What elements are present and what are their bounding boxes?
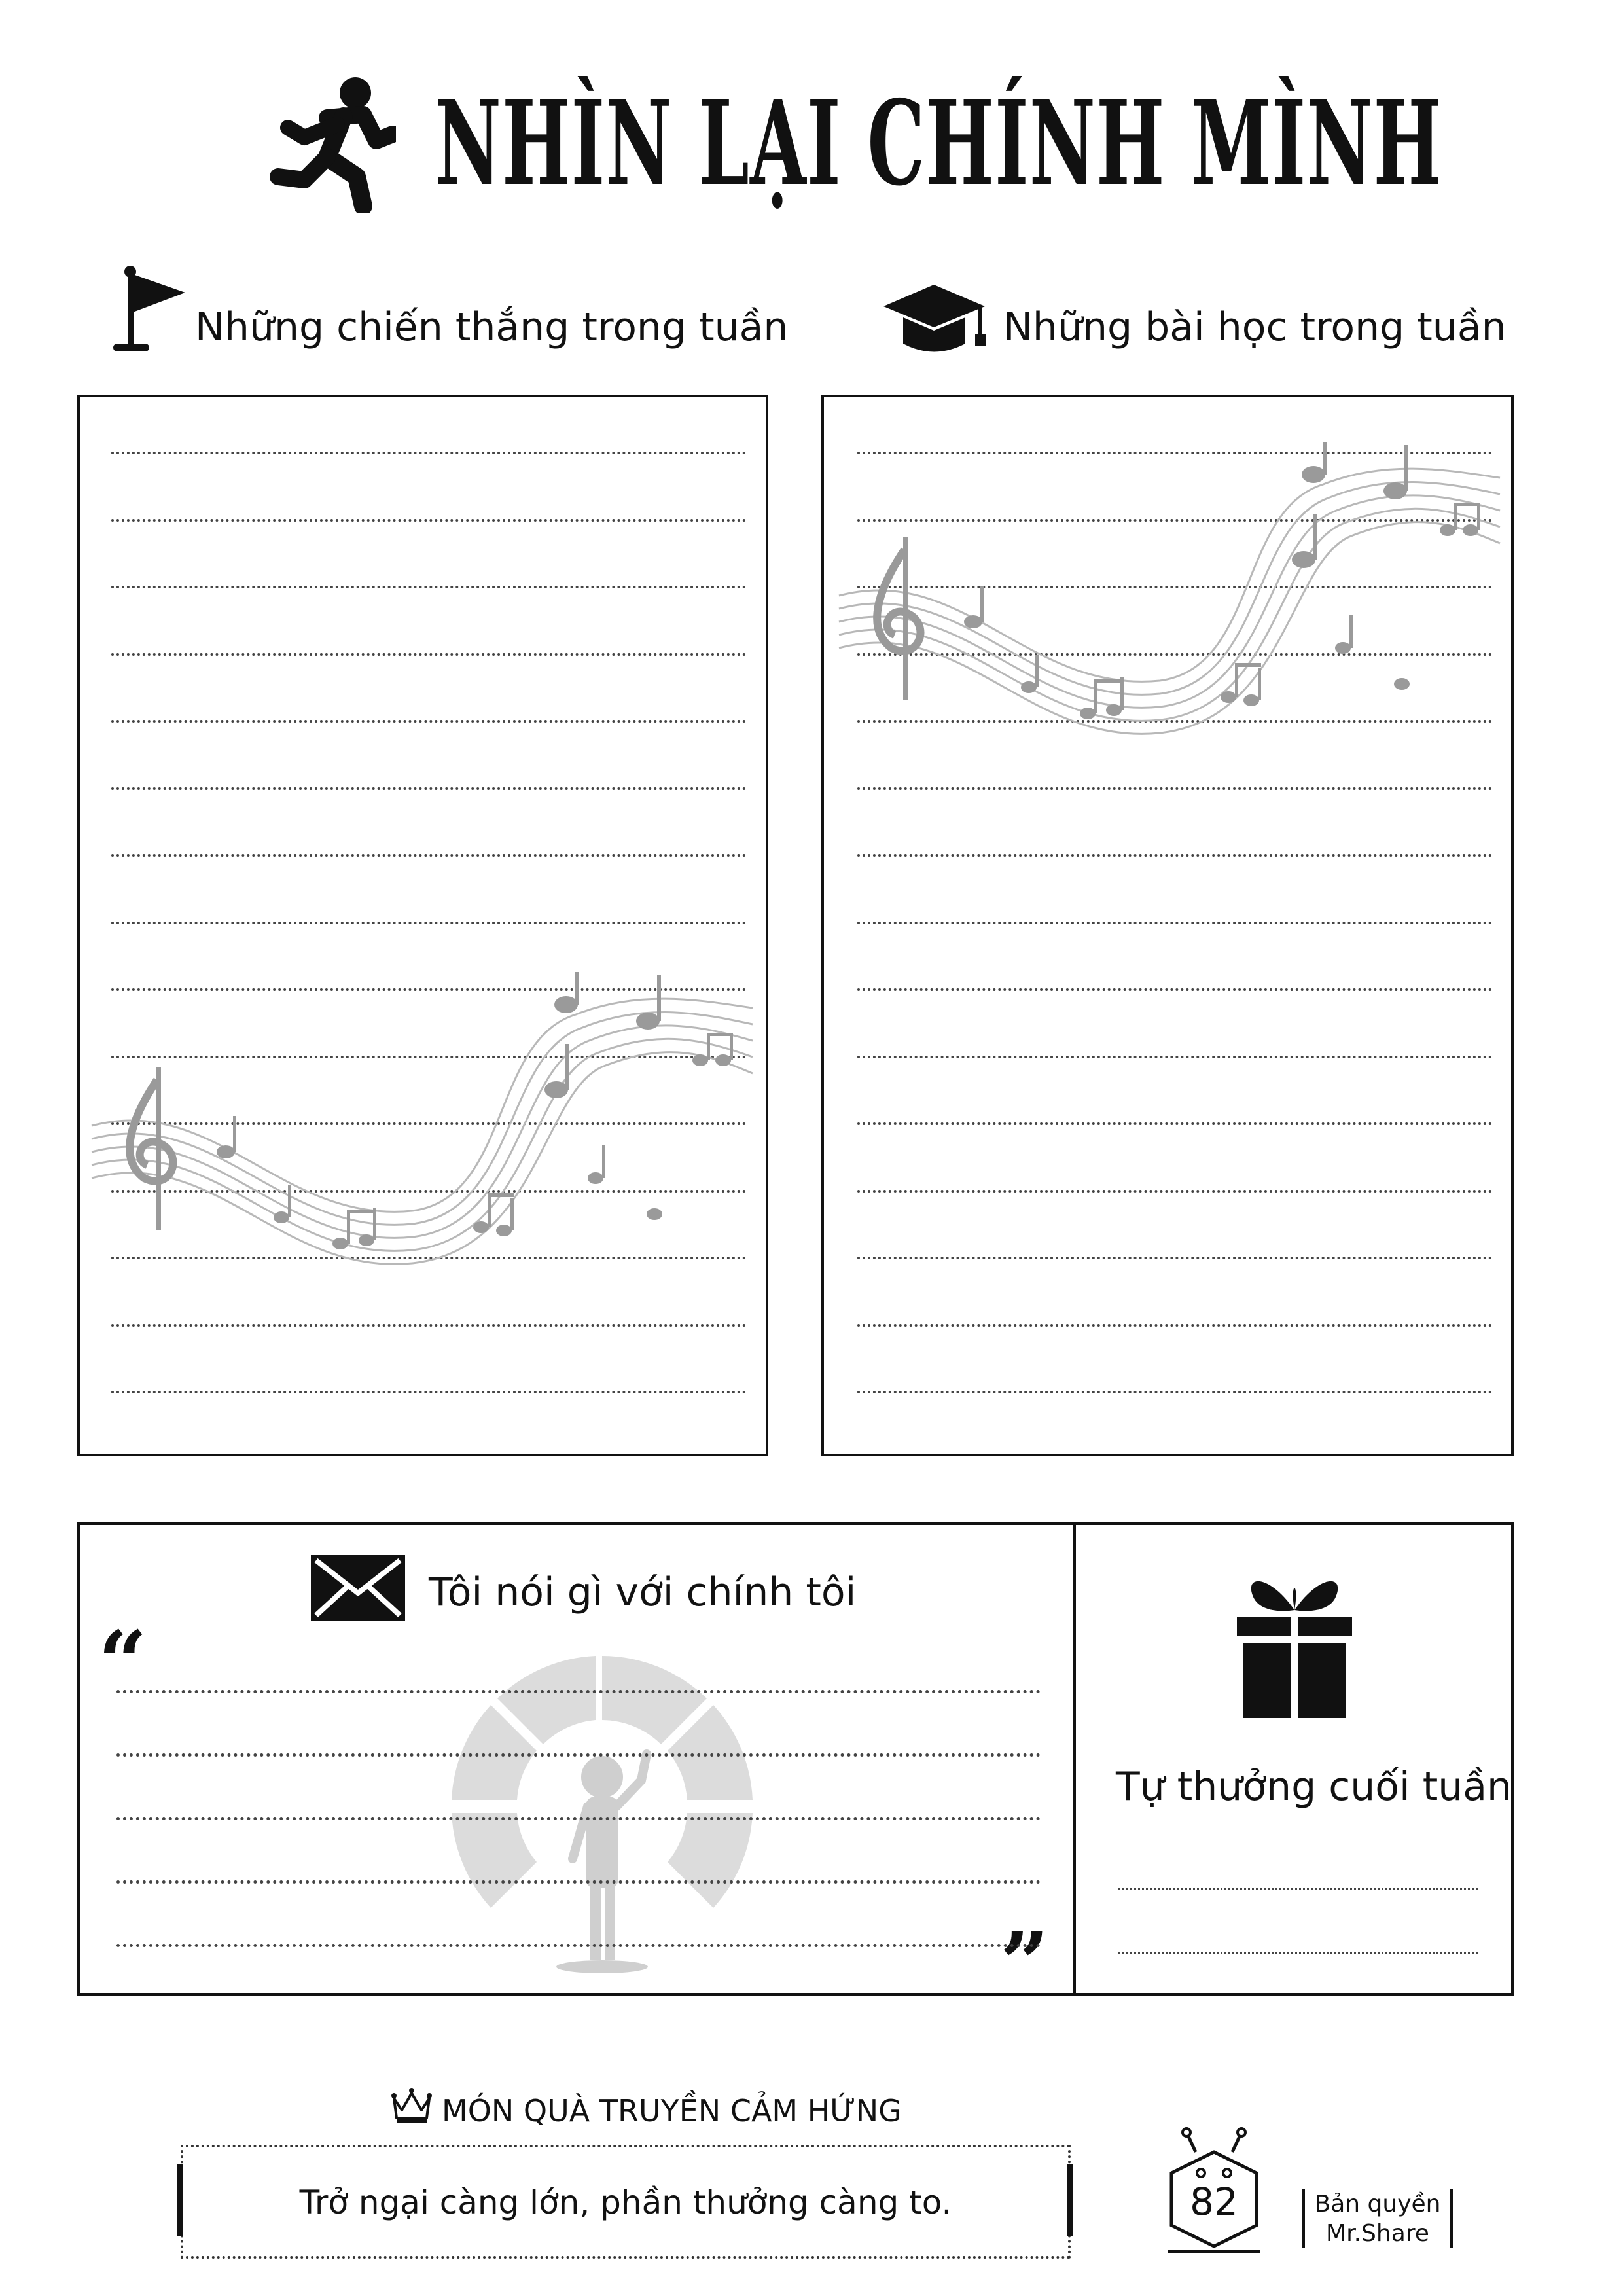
writing-line[interactable]	[857, 1122, 1492, 1125]
writing-line[interactable]	[1118, 1888, 1478, 1890]
writing-line[interactable]	[111, 1323, 746, 1327]
writing-line[interactable]	[116, 1817, 1041, 1820]
inspiration-quote: Trở ngại càng lớn, phần thưởng càng to.	[299, 2183, 952, 2221]
copyright-line-2: Mr.Share	[1326, 2220, 1429, 2247]
reward-heading: Tự thưởng cuối tuần	[1116, 1764, 1512, 1810]
page-number: 82	[1190, 2179, 1238, 2224]
flag-icon	[113, 266, 185, 351]
gift-icon	[1237, 1581, 1352, 1718]
writing-line[interactable]	[111, 586, 746, 588]
running-person-icon	[270, 77, 396, 213]
writing-line[interactable]	[116, 1880, 1041, 1884]
close-quote-mark: ”	[1000, 1913, 1049, 2013]
copyright-text: Bản quyền Mr.Share	[1302, 2189, 1453, 2248]
writing-line[interactable]	[857, 1189, 1492, 1193]
writing-line[interactable]	[111, 720, 746, 723]
writing-line[interactable]	[111, 452, 746, 454]
title-row: NHÌN LẠI CHÍNH MÌNH	[0, 72, 1623, 229]
wins-heading: Những chiến thắng trong tuần	[195, 304, 789, 350]
writing-line[interactable]	[857, 1391, 1492, 1393]
inspiration-heading: MÓN QUÀ TRUYỀN CẢM HỨNG	[442, 2093, 902, 2128]
writing-line[interactable]	[111, 653, 746, 656]
crown-icon	[391, 2088, 432, 2123]
writing-line[interactable]	[857, 1257, 1492, 1259]
writing-line[interactable]	[116, 1690, 1041, 1693]
writing-line[interactable]	[111, 518, 746, 522]
writing-line[interactable]	[857, 921, 1492, 924]
copyright-line-1: Bản quyền	[1314, 2191, 1441, 2217]
music-notes-decoration-right	[838, 442, 1501, 735]
writing-line[interactable]	[116, 1944, 1041, 1947]
page-title: NHÌN LẠI CHÍNH MÌNH	[435, 75, 1443, 211]
box-divider	[1073, 1522, 1076, 1996]
writing-line[interactable]	[857, 854, 1492, 857]
self-talk-heading: Tôi nói gì với chính tôi	[429, 1570, 857, 1615]
writing-line[interactable]	[857, 1323, 1492, 1327]
writing-line[interactable]	[111, 854, 746, 857]
person-wheel-watermark	[452, 1656, 753, 1973]
writing-line[interactable]	[857, 988, 1492, 991]
music-notes-decoration	[91, 972, 753, 1265]
graduation-cap-icon	[883, 285, 986, 352]
writing-line[interactable]	[857, 1055, 1492, 1058]
envelope-icon	[311, 1555, 405, 1621]
writing-line[interactable]	[857, 787, 1492, 790]
lessons-heading: Những bài học trong tuần	[1003, 304, 1507, 350]
writing-line[interactable]	[111, 1391, 746, 1393]
writing-line[interactable]	[111, 921, 746, 924]
writing-line[interactable]	[116, 1753, 1041, 1757]
writing-line[interactable]	[111, 787, 746, 790]
writing-line[interactable]	[1118, 1952, 1478, 1954]
